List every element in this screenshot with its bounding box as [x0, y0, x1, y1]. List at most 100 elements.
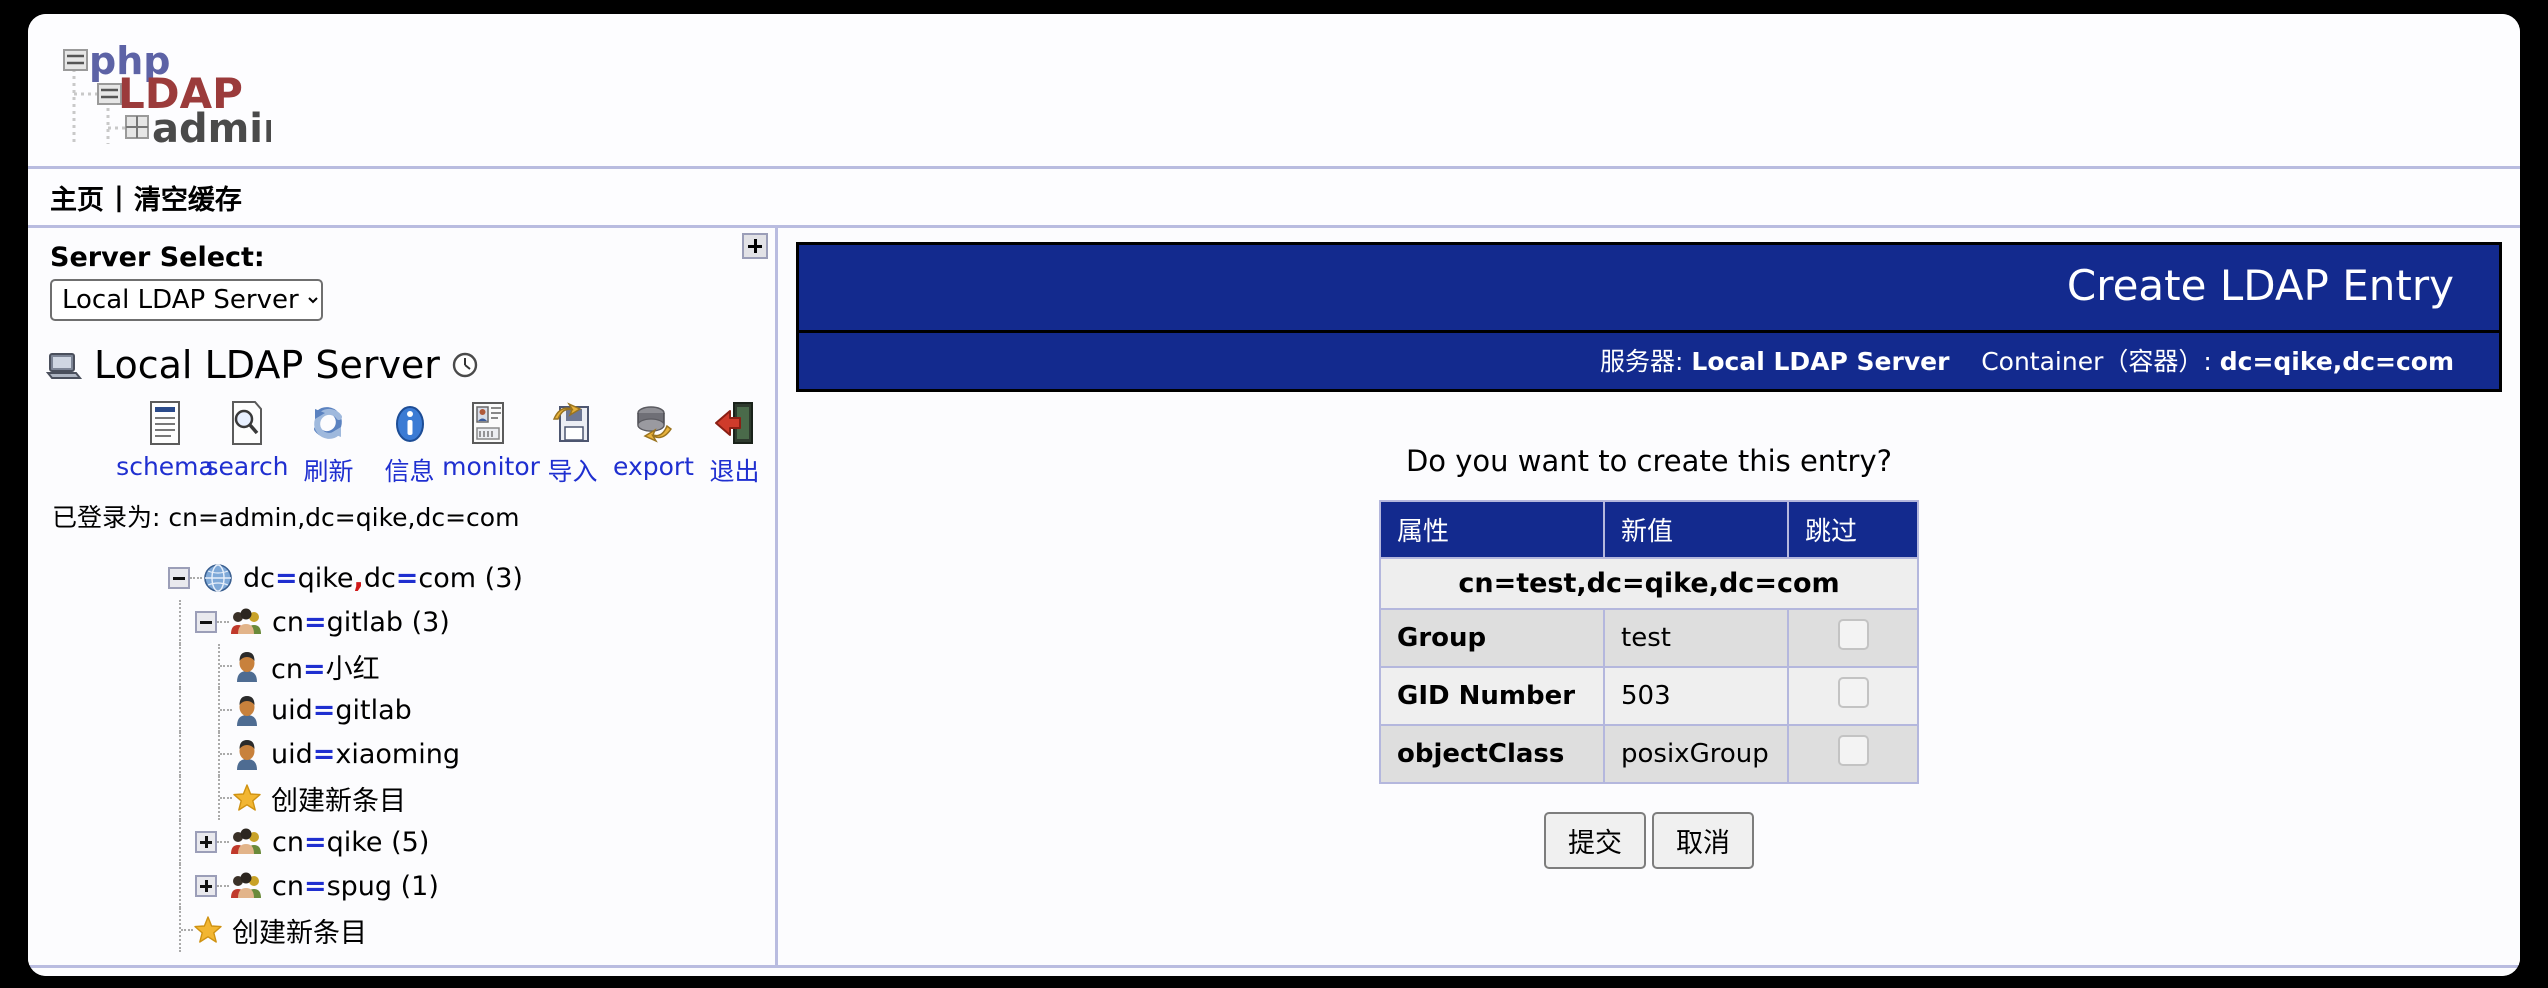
- tree-toggle-minus-icon[interactable]: [195, 611, 217, 633]
- svg-text:admin: admin: [152, 106, 271, 152]
- table-row: objectClass posixGroup: [1379, 724, 1919, 784]
- tree-node-gitlab-label: cn=gitlab (3): [272, 606, 450, 638]
- screenshot-root: php LDAP admin 主页 | 清空缓存 Server Select: …: [0, 0, 2548, 988]
- toolbar-logout-label: 退出: [709, 457, 760, 486]
- attribute-value: 503: [1603, 666, 1789, 726]
- tree-toggle-minus-icon[interactable]: [168, 567, 190, 589]
- tree-node-uid-gitlab[interactable]: uid=gitlab: [28, 688, 775, 732]
- toolbar-info-button[interactable]: 信息: [369, 397, 450, 488]
- tree-toggle-plus-icon[interactable]: [195, 831, 217, 853]
- submit-button[interactable]: 提交: [1544, 812, 1646, 869]
- skip-checkbox[interactable]: [1837, 735, 1869, 766]
- group-icon: [229, 827, 263, 857]
- toolbar-schema-label: schema: [116, 452, 214, 481]
- tree-node-xiaohong[interactable]: cn=小红: [28, 644, 775, 688]
- action-buttons: 提交 取消: [796, 812, 2502, 869]
- skip-cell: [1787, 724, 1919, 784]
- tree-node-gitlab[interactable]: cn=gitlab (3): [28, 600, 775, 644]
- attribute-name: Group: [1379, 608, 1605, 668]
- star-icon: [232, 783, 262, 813]
- panel-sub-container-label: Container（容器）:: [1981, 347, 2212, 376]
- cancel-button[interactable]: 取消: [1652, 812, 1754, 869]
- export-disk-icon: [631, 397, 677, 449]
- toolbar-search-button[interactable]: search: [205, 397, 289, 488]
- toolbar-import-label: 导入: [547, 457, 598, 486]
- toolbar-export-button[interactable]: export: [613, 397, 694, 488]
- table-row: Group test: [1379, 608, 1919, 668]
- group-icon: [229, 607, 263, 637]
- skip-checkbox[interactable]: [1837, 619, 1869, 650]
- tree-node-create-entry-inner-label: 创建新条目: [271, 785, 406, 817]
- logout-door-icon: [712, 397, 758, 449]
- footer-area: [28, 968, 2520, 976]
- toolbar-logout-button[interactable]: 退出: [694, 397, 775, 488]
- server-title-row: Local LDAP Server: [46, 343, 775, 387]
- panel-header: Create LDAP Entry 服务器: Local LDAP Server…: [796, 242, 2502, 392]
- column-header-skip: 跳过: [1787, 500, 1919, 559]
- panel-subheader: 服务器: Local LDAP Server Container（容器）: dc…: [799, 333, 2499, 389]
- attributes-table: 属性 新值 跳过 cn=test,dc=qike,dc=com Group te…: [1379, 500, 1919, 784]
- skip-checkbox[interactable]: [1837, 677, 1869, 708]
- group-icon: [229, 871, 263, 901]
- sidebar: Server Select: Local LDAP Server Local L…: [28, 228, 778, 965]
- attributes-table-wrap: 属性 新值 跳过 cn=test,dc=qike,dc=com Group te…: [796, 500, 2502, 784]
- tree-toggle-plus-icon[interactable]: [195, 875, 217, 897]
- body-columns: Server Select: Local LDAP Server Local L…: [28, 228, 2520, 965]
- person-icon: [232, 650, 262, 682]
- nav-purge-cache-link[interactable]: 清空缓存: [134, 178, 242, 217]
- toolbar-import-button[interactable]: 导入: [532, 397, 613, 488]
- table-header-row: 属性 新值 跳过: [1379, 500, 1919, 559]
- server-title-text: Local LDAP Server: [94, 343, 440, 387]
- column-header-attribute: 属性: [1379, 500, 1605, 559]
- page-title: Create LDAP Entry: [799, 245, 2499, 333]
- tree-node-create-entry-inner[interactable]: 创建新条目: [28, 776, 775, 820]
- toolbar-refresh-label: 刷新: [303, 457, 354, 486]
- server-select-label: Server Select:: [50, 242, 265, 273]
- attribute-value: test: [1603, 608, 1789, 668]
- entry-dn-value: cn=test,dc=qike,dc=com: [1379, 557, 1919, 610]
- tree-node-uid-xiaoming[interactable]: uid=xiaoming: [28, 732, 775, 776]
- panel-sub-server-value: Local LDAP Server: [1691, 347, 1950, 376]
- main-panel: Create LDAP Entry 服务器: Local LDAP Server…: [778, 228, 2520, 965]
- toolbar-search-label: search: [205, 452, 289, 481]
- tree-node-root[interactable]: dc=qike,dc=com (3): [28, 556, 775, 600]
- person-icon: [232, 694, 262, 726]
- tree-node-uid-xiaoming-label: uid=xiaoming: [271, 738, 460, 770]
- import-floppy-icon: [550, 397, 596, 449]
- tree-node-spug[interactable]: cn=spug (1): [28, 864, 775, 908]
- table-row: GID Number 503: [1379, 666, 1919, 726]
- clock-icon: [450, 350, 480, 380]
- attribute-name: objectClass: [1379, 724, 1605, 784]
- attribute-value: posixGroup: [1603, 724, 1789, 784]
- toolbar-schema-button[interactable]: schema: [116, 397, 214, 488]
- tree-node-qike-label: cn=qike (5): [272, 826, 430, 858]
- star-icon: [193, 915, 223, 945]
- nav-separator: |: [114, 181, 124, 213]
- toolbar-export-label: export: [613, 452, 694, 481]
- table-row-dn: cn=test,dc=qike,dc=com: [1379, 557, 1919, 610]
- tree-node-create-entry-outer-label: 创建新条目: [232, 917, 367, 949]
- browser-page: php LDAP admin 主页 | 清空缓存 Server Select: …: [28, 14, 2520, 976]
- toolbar-refresh-button[interactable]: 刷新: [288, 397, 369, 488]
- tree-node-xiaohong-label: cn=小红: [271, 653, 380, 685]
- tree-node-qike[interactable]: cn=qike (5): [28, 820, 775, 864]
- search-document-icon: [225, 397, 269, 449]
- top-nav: 主页 | 清空缓存: [28, 169, 2520, 225]
- server-toolbar: schema search 刷新 信息 monitor 导入 export 退出: [28, 397, 775, 488]
- server-select-dropdown[interactable]: Local LDAP Server: [50, 279, 323, 321]
- server-icon: [46, 346, 84, 384]
- logged-in-as-text: 已登录为: cn=admin,dc=qike,dc=com: [52, 503, 520, 532]
- tree-node-create-entry-outer[interactable]: 创建新条目: [28, 908, 775, 952]
- sidebar-expand-icon[interactable]: [742, 233, 768, 259]
- toolbar-info-label: 信息: [384, 457, 435, 486]
- schema-document-icon: [143, 397, 187, 449]
- person-icon: [232, 738, 262, 770]
- logo-banner: php LDAP admin: [28, 14, 2520, 166]
- attribute-name: GID Number: [1379, 666, 1605, 726]
- phpldapadmin-logo: php LDAP admin: [56, 32, 271, 154]
- toolbar-monitor-button[interactable]: monitor: [442, 397, 540, 488]
- tree-node-root-label: dc=qike,dc=com (3): [243, 562, 523, 594]
- nav-home-link[interactable]: 主页: [50, 178, 104, 217]
- info-icon: [388, 397, 432, 449]
- column-header-new-value: 新值: [1603, 500, 1789, 559]
